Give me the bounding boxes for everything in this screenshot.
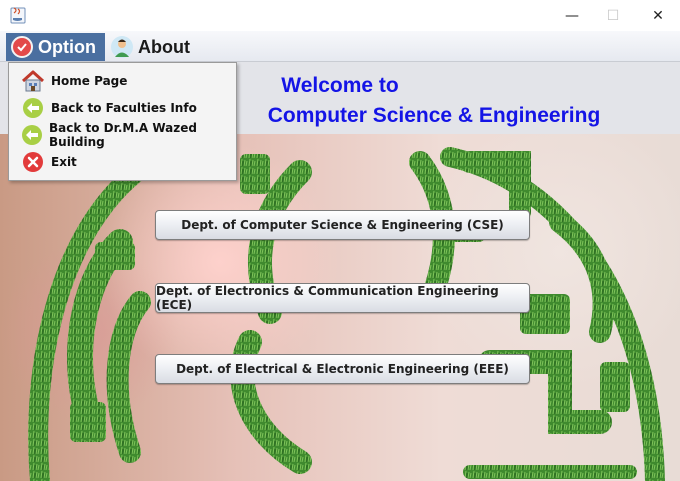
close-circle-icon bbox=[21, 150, 45, 174]
maximize-button[interactable]: ☐ bbox=[590, 0, 636, 31]
close-button[interactable]: ✕ bbox=[635, 0, 680, 31]
eee-dept-button[interactable]: Dept. of Electrical & Electronic Enginee… bbox=[155, 354, 530, 384]
menu-item-back-to-wazed-building[interactable]: Back to Dr.M.A Wazed Building bbox=[9, 120, 236, 149]
menu-item-exit[interactable]: Exit bbox=[9, 148, 236, 175]
person-icon bbox=[111, 36, 133, 58]
back-arrow-icon bbox=[21, 123, 43, 147]
cse-dept-button[interactable]: Dept. of Computer Science & Engineering … bbox=[155, 210, 530, 240]
menu-item-label: Exit bbox=[51, 154, 77, 169]
menu-bar: Option About bbox=[0, 31, 680, 62]
minimize-button[interactable]: — bbox=[549, 0, 595, 31]
menu-item-label: Back to Faculties Info bbox=[51, 100, 197, 115]
menu-option-label: Option bbox=[38, 36, 96, 57]
title-bar: — ☐ ✕ bbox=[0, 0, 680, 31]
option-dropdown-menu: Home Page Back to Faculties Info Back to… bbox=[8, 62, 237, 181]
ece-dept-button[interactable]: Dept. of Electronics & Communication Eng… bbox=[155, 283, 530, 313]
java-app-icon bbox=[10, 7, 26, 24]
check-circle-icon bbox=[11, 36, 33, 58]
menu-item-back-to-faculties[interactable]: Back to Faculties Info bbox=[9, 94, 236, 121]
menu-option[interactable]: Option bbox=[6, 33, 105, 61]
menu-about[interactable]: About bbox=[106, 33, 202, 61]
menu-item-home-page[interactable]: Home Page bbox=[9, 67, 236, 94]
menu-item-label: Back to Dr.M.A Wazed Building bbox=[49, 120, 197, 149]
menu-item-label: Home Page bbox=[51, 73, 128, 88]
home-icon bbox=[21, 69, 45, 93]
back-arrow-icon bbox=[21, 96, 45, 120]
menu-about-label: About bbox=[138, 36, 190, 57]
